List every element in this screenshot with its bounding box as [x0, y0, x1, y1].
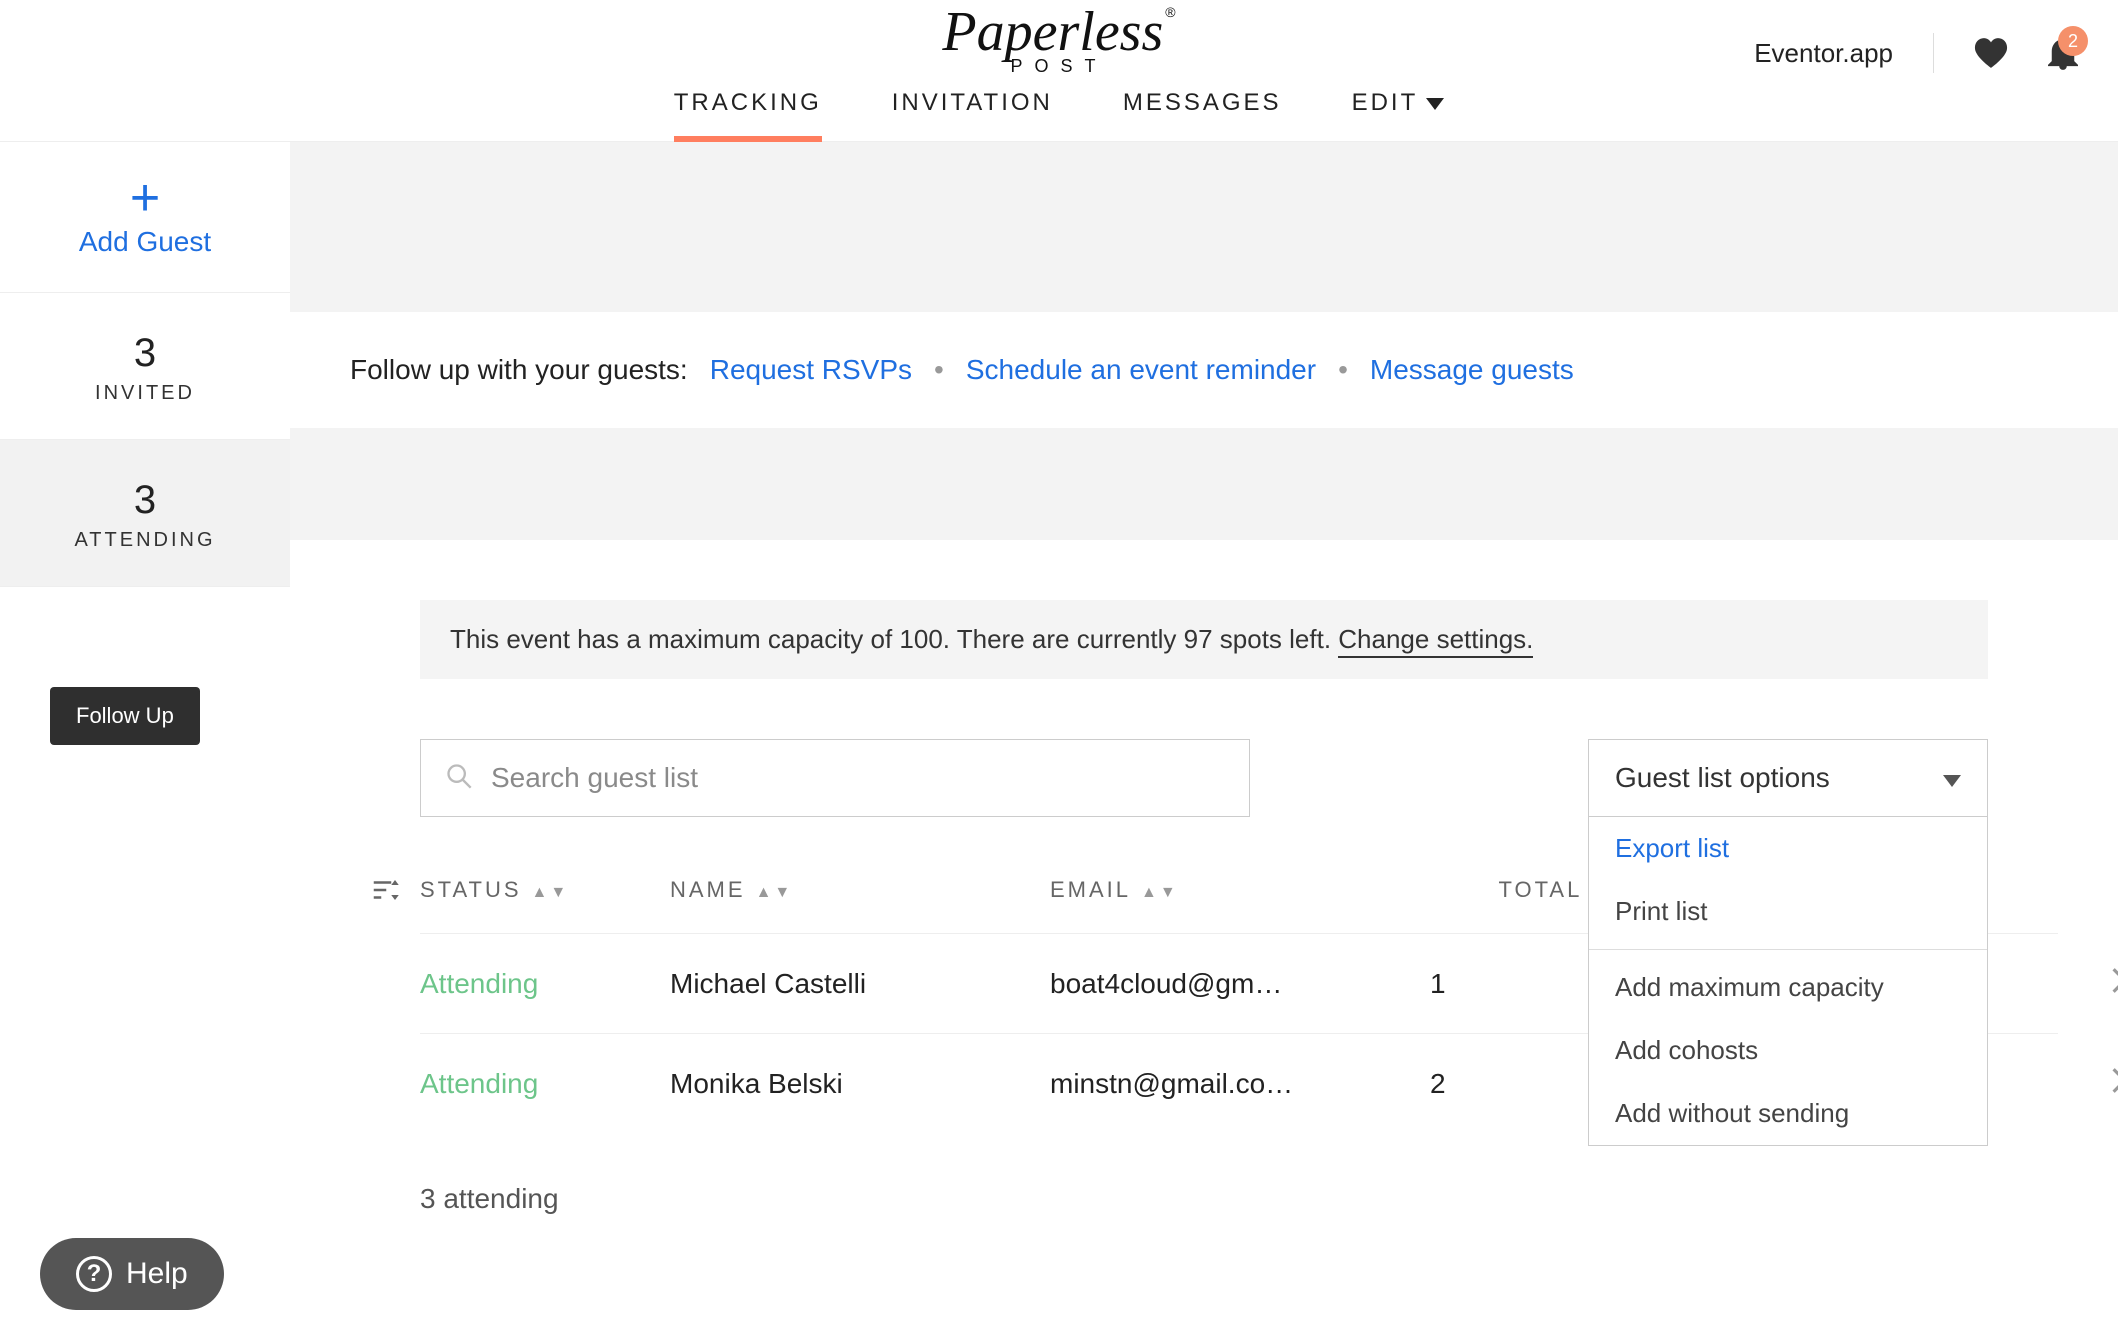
sort-column-icon[interactable] [350, 877, 420, 903]
row-email: boat4cloud@gm… [1050, 968, 1430, 1000]
tab-invitation[interactable]: INVITATION [892, 89, 1053, 141]
menu-export-list[interactable]: Export list [1589, 817, 1987, 880]
notifications-button[interactable]: 2 [2048, 36, 2078, 70]
tab-tracking[interactable]: TRACKING [674, 89, 822, 141]
heart-icon[interactable] [1974, 38, 2008, 68]
brand-logo[interactable]: Paperless® POST [942, 4, 1175, 77]
attending-label: ATTENDING [10, 529, 280, 552]
message-guests-link[interactable]: Message guests [1370, 354, 1574, 386]
app-header: Paperless® POST Eventor.app 2 TRACKING I… [0, 0, 2118, 142]
row-name: Michael Castelli [670, 968, 1050, 1000]
sort-icon: ▲▼ [756, 884, 794, 902]
sidebar-item-invited[interactable]: 3 INVITED [0, 293, 290, 440]
attending-count: 3 [10, 478, 280, 523]
app-name-link[interactable]: Eventor.app [1754, 38, 1893, 69]
main-panel: Follow up with your guests: Request RSVP… [290, 142, 2118, 1260]
menu-print-list[interactable]: Print list [1589, 880, 1987, 943]
capacity-banner: This event has a maximum capacity of 100… [420, 600, 1988, 679]
guest-list-options: Guest list options Export list Print lis… [1588, 739, 1988, 817]
invited-count: 3 [10, 331, 280, 376]
guest-list-options-menu: Export list Print list Add maximum capac… [1588, 817, 1988, 1146]
logo-wordmark: Paperless® [942, 4, 1175, 60]
menu-add-without-sending[interactable]: Add without sending [1589, 1082, 1987, 1145]
attending-summary: 3 attending [420, 1183, 1988, 1215]
row-email: minstn@gmail.co… [1050, 1068, 1430, 1100]
notification-badge: 2 [2058, 26, 2088, 56]
add-guest-label: Add Guest [10, 226, 280, 258]
guest-list-options-label: Guest list options [1615, 762, 1830, 794]
request-rsvps-link[interactable]: Request RSVPs [710, 354, 912, 386]
registered-icon: ® [1165, 4, 1175, 20]
plus-icon: + [10, 180, 280, 216]
header-top: Paperless® POST Eventor.app 2 [0, 0, 2118, 81]
col-status-header[interactable]: STATUS▲▼ [420, 877, 670, 903]
question-icon: ? [76, 1256, 112, 1292]
menu-divider [1589, 949, 1987, 950]
guest-list-options-button[interactable]: Guest list options [1588, 739, 1988, 817]
content-card: This event has a maximum capacity of 100… [290, 540, 2118, 1340]
sort-icon: ▲▼ [532, 884, 570, 902]
header-right: Eventor.app 2 [1754, 0, 2078, 106]
separator-dot: • [934, 354, 944, 386]
row-status: Attending [420, 1068, 670, 1100]
add-guest-button[interactable]: + Add Guest [0, 142, 290, 293]
sort-icon: ▲▼ [1141, 884, 1179, 902]
change-settings-link[interactable]: Change settings. [1338, 624, 1533, 658]
menu-add-cohosts[interactable]: Add cohosts [1589, 1019, 1987, 1082]
menu-add-capacity[interactable]: Add maximum capacity [1589, 956, 1987, 1019]
caret-down-icon [1426, 89, 1444, 117]
tab-edit-label: EDIT [1352, 89, 1419, 117]
search-box[interactable] [420, 739, 1250, 817]
schedule-reminder-link[interactable]: Schedule an event reminder [966, 354, 1316, 386]
tab-messages[interactable]: MESSAGES [1123, 89, 1282, 141]
help-label: Help [126, 1257, 188, 1291]
tab-edit[interactable]: EDIT [1352, 89, 1445, 141]
capacity-text: This event has a maximum capacity of 100… [450, 624, 1338, 654]
search-icon [445, 762, 473, 795]
col-name-header[interactable]: NAME▲▼ [670, 877, 1050, 903]
search-input[interactable] [491, 762, 1225, 794]
help-button[interactable]: ? Help [40, 1238, 224, 1310]
separator-dot: • [1338, 354, 1348, 386]
invited-label: INVITED [10, 382, 280, 405]
body: + Add Guest 3 INVITED 3 ATTENDING Follow… [0, 142, 2118, 1260]
col-email-header[interactable]: EMAIL▲▼ [1050, 877, 1430, 903]
sidebar: + Add Guest 3 INVITED 3 ATTENDING Follow… [0, 142, 290, 1260]
caret-down-icon [1943, 762, 1961, 794]
followup-prompt: Follow up with your guests: [350, 354, 688, 386]
followup-bar: Follow up with your guests: Request RSVP… [290, 312, 2118, 428]
follow-up-button[interactable]: Follow Up [50, 687, 200, 745]
divider [1933, 33, 1934, 73]
row-name: Monika Belski [670, 1068, 1050, 1100]
chevron-right-icon[interactable] [2112, 1067, 2118, 1100]
controls-row: Guest list options Export list Print lis… [420, 739, 1988, 817]
sidebar-item-attending[interactable]: 3 ATTENDING [0, 440, 290, 587]
row-status: Attending [420, 968, 670, 1000]
chevron-right-icon[interactable] [2112, 967, 2118, 1000]
logo-script: Paperless [942, 1, 1163, 63]
